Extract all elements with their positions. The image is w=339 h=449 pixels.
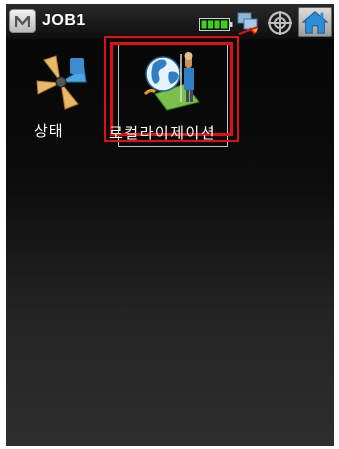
app-localization-label: 로컬라이제이션 <box>109 124 217 142</box>
app-localization[interactable]: 로컬라이제이션 <box>104 36 239 148</box>
battery-icon <box>199 16 233 31</box>
top-bar: JOB1 <box>6 4 334 39</box>
job-title: JOB1 <box>42 12 86 29</box>
localization-globe-icon <box>143 52 200 111</box>
device-screen: JOB1 상태 로컬라이제이션 <box>6 4 334 446</box>
network-icon[interactable] <box>236 10 262 36</box>
app-status-label: 상태 <box>34 122 64 140</box>
home-button[interactable] <box>298 7 332 37</box>
satellite-icon[interactable] <box>267 10 293 36</box>
home-icon <box>301 11 329 34</box>
status-fan-icon <box>36 55 87 110</box>
menu-button[interactable] <box>9 9 36 33</box>
m-menu-icon <box>15 15 30 27</box>
app-status[interactable]: 상태 <box>26 54 96 144</box>
